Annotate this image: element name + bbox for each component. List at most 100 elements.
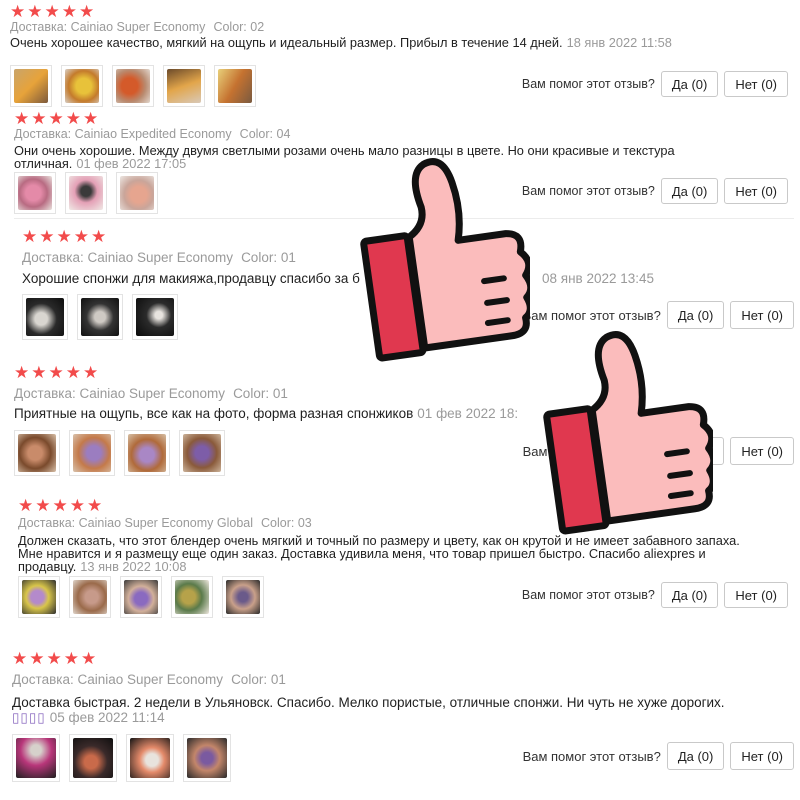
review-text: Должен сказать, что этот блендер очень м… <box>18 534 760 573</box>
review-photo[interactable] <box>12 734 60 782</box>
rating-stars: ★ ★ ★ ★ ★ <box>14 110 98 127</box>
helpful-prompt: Вам помог этот отзыв? Да (0) Нет (0) <box>523 742 794 770</box>
review-meta: Доставка: Cainiao Super Economy Color: 01 <box>12 672 286 687</box>
star-icon: ★ <box>56 227 72 246</box>
review-text: Доставка быстрая. 2 недели в Ульяновск. … <box>12 695 772 725</box>
star-icon: ★ <box>48 363 64 382</box>
star-icon: ★ <box>31 109 47 128</box>
review-photo[interactable] <box>77 294 123 340</box>
helpful-label: Вам помог этот отзыв? <box>521 184 655 198</box>
review-photo[interactable] <box>132 294 178 340</box>
star-icon: ★ <box>22 227 38 246</box>
review-date: 08 янв 2022 13:45 <box>542 271 655 286</box>
star-icon: ★ <box>29 649 45 668</box>
review-photo[interactable] <box>112 65 154 107</box>
product-color: Color: 01 <box>231 672 286 687</box>
review-photo[interactable] <box>65 172 107 214</box>
shipping-method: Доставка: Cainiao Expedited Economy <box>14 127 232 141</box>
review-photo[interactable] <box>69 576 111 618</box>
yes-button[interactable]: Да (0) <box>660 582 719 608</box>
star-icon: ★ <box>63 649 79 668</box>
no-button[interactable]: Нет (0) <box>730 742 794 770</box>
product-color: Color: 03 <box>261 516 312 530</box>
star-icon: ★ <box>81 649 97 668</box>
review-photos <box>14 172 167 214</box>
review-meta: Доставка: Cainiao Super Economy Global Co… <box>18 516 312 530</box>
review-photo[interactable] <box>163 65 205 107</box>
review-photo[interactable] <box>179 430 225 476</box>
review-photo[interactable] <box>61 65 103 107</box>
review-photos <box>18 576 273 618</box>
review-photo[interactable] <box>22 294 68 340</box>
review-photo[interactable] <box>69 430 115 476</box>
review-text: Очень хорошее качество, мягкий на ощупь … <box>10 36 730 49</box>
star-icon: ★ <box>52 496 68 515</box>
yes-button[interactable]: Да (0) <box>666 742 725 770</box>
star-icon: ★ <box>87 496 103 515</box>
no-button[interactable]: Нет (0) <box>724 71 788 97</box>
review-photo[interactable] <box>14 172 56 214</box>
no-button[interactable]: Нет (0) <box>724 178 788 204</box>
helpful-label: Вам помог этот отзыв? <box>522 748 661 764</box>
yes-button[interactable]: Да (0) <box>660 178 719 204</box>
review-photos <box>14 430 234 476</box>
shipping-method: Доставка: Cainiao Super Economy <box>22 250 234 265</box>
review-photo[interactable] <box>116 172 158 214</box>
star-icon: ★ <box>18 496 34 515</box>
review-photos <box>22 294 187 340</box>
review-photo[interactable] <box>10 65 52 107</box>
product-color: Color: 04 <box>239 127 291 141</box>
star-icon: ★ <box>79 2 95 21</box>
star-icon: ★ <box>48 109 64 128</box>
shipping-method: Доставка: Cainiao Super Economy <box>12 672 224 687</box>
no-button[interactable]: Нет (0) <box>730 301 794 329</box>
product-color: Color: 01 <box>241 250 296 265</box>
helpful-prompt: Вам помог этот отзыв? Да (0) Нет (0) <box>522 582 788 608</box>
rating-stars: ★ ★ ★ ★ ★ <box>12 650 96 667</box>
review-photos <box>10 65 265 107</box>
review-photo[interactable] <box>126 734 174 782</box>
review-photo[interactable] <box>120 576 162 618</box>
review-photo[interactable] <box>69 734 117 782</box>
review-meta: Доставка: Cainiao Super Economy Color: 01 <box>14 386 288 401</box>
review-meta: Доставка: Cainiao Super Economy Color: 01 <box>22 250 296 265</box>
no-button[interactable]: Нет (0) <box>730 437 794 465</box>
star-icon: ★ <box>35 496 51 515</box>
product-color: Color: 02 <box>213 20 265 34</box>
star-icon: ★ <box>39 227 55 246</box>
review-photo[interactable] <box>18 576 60 618</box>
review-photo[interactable] <box>214 65 256 107</box>
rating-stars: ★ ★ ★ ★ ★ <box>18 497 102 514</box>
review-date: 18 янв 2022 11:58 <box>566 35 672 50</box>
rating-stars: ★ ★ ★ ★ ★ <box>14 364 98 381</box>
review-photo[interactable] <box>183 734 231 782</box>
helpful-label: Вам помог этот отзыв? <box>521 77 655 91</box>
review-meta: Доставка: Cainiao Super Economy Color: 02 <box>10 20 264 34</box>
emoji-placeholder: ▯▯▯▯ <box>12 710 46 725</box>
star-icon: ★ <box>46 649 62 668</box>
review-date: 01 фев 2022 18: <box>417 406 519 421</box>
review-photo[interactable] <box>222 576 264 618</box>
star-icon: ★ <box>14 109 30 128</box>
product-color: Color: 01 <box>233 386 288 401</box>
review-photos <box>12 734 240 782</box>
star-icon: ★ <box>14 363 30 382</box>
star-icon: ★ <box>65 109 81 128</box>
review-photo[interactable] <box>14 430 60 476</box>
review-body: Приятные на ощупь, все как на фото, форм… <box>14 406 414 421</box>
review-photo[interactable] <box>171 576 213 618</box>
thumbs-up-icon <box>543 331 713 535</box>
star-icon: ★ <box>83 109 99 128</box>
yes-button[interactable]: Да (0) <box>660 71 719 97</box>
star-icon: ★ <box>44 2 60 21</box>
shipping-method: Доставка: Cainiao Super Economy Global <box>18 516 254 530</box>
review-body: Очень хорошее качество, мягкий на ощупь … <box>10 35 563 50</box>
review-body: Хорошие спонжи для макияжа,продавцу спас… <box>22 271 360 286</box>
review-photo[interactable] <box>124 430 170 476</box>
review-date: 13 янв 2022 10:08 <box>80 559 187 574</box>
star-icon: ★ <box>69 496 85 515</box>
no-button[interactable]: Нет (0) <box>724 582 788 608</box>
star-icon: ★ <box>12 649 28 668</box>
review-date: 01 фев 2022 17:05 <box>76 156 187 171</box>
review-body: Доставка быстрая. 2 недели в Ульяновск. … <box>12 695 725 710</box>
